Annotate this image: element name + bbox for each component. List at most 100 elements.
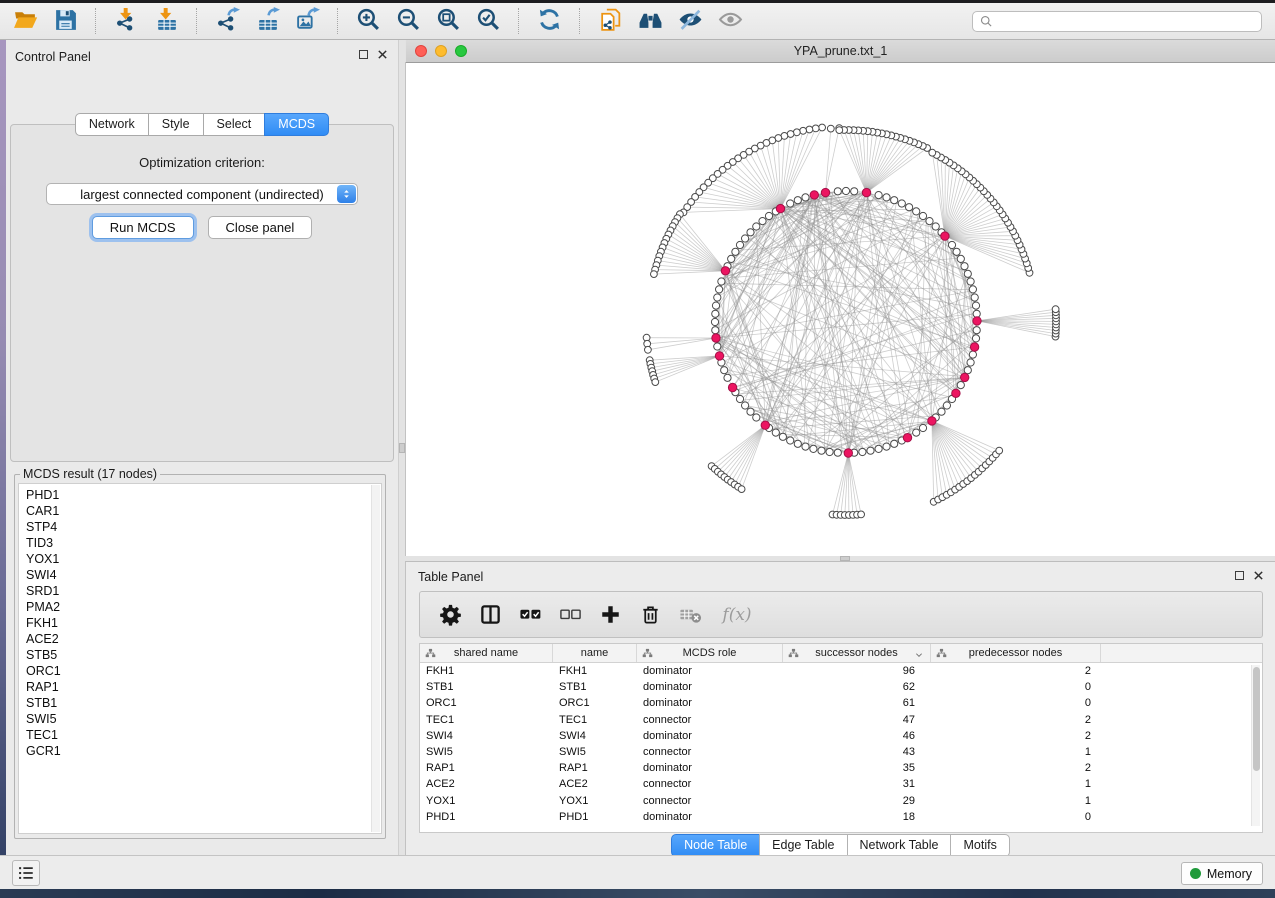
mcds-result-node[interactable]: TEC1: [26, 727, 381, 743]
cell-name[interactable]: STB1: [553, 681, 637, 693]
network-node[interactable]: [883, 443, 890, 450]
network-node[interactable]: [721, 367, 728, 374]
network-leaf-node[interactable]: [645, 346, 652, 353]
network-node[interactable]: [714, 343, 721, 350]
mcds-result-node[interactable]: STB1: [26, 695, 381, 711]
network-node[interactable]: [724, 374, 731, 381]
network-node[interactable]: [742, 402, 749, 409]
network-node[interactable]: [712, 327, 719, 334]
tab-node-table[interactable]: Node Table: [671, 834, 760, 857]
mcds-result-node[interactable]: ORC1: [26, 663, 381, 679]
search-network-button[interactable]: [633, 6, 667, 36]
mcds-hub-node[interactable]: [973, 317, 981, 325]
network-node[interactable]: [906, 204, 913, 211]
network-node[interactable]: [875, 192, 882, 199]
mcds-result-node[interactable]: STP4: [26, 519, 381, 535]
network-node[interactable]: [747, 408, 754, 415]
mcds-hub-node[interactable]: [721, 267, 729, 275]
cell-mcds_role[interactable]: dominator: [637, 665, 783, 677]
cell-mcds_role[interactable]: connector: [637, 746, 783, 758]
import-network-button[interactable]: [109, 6, 143, 36]
tab-select[interactable]: Select: [203, 113, 266, 136]
float-panel-icon[interactable]: [1235, 571, 1244, 580]
cell-successor_nodes[interactable]: 31: [783, 778, 931, 790]
network-node[interactable]: [969, 286, 976, 293]
search-input[interactable]: [998, 13, 1261, 30]
table-row[interactable]: ORC1ORC1dominator610: [420, 695, 1262, 711]
network-node[interactable]: [972, 335, 979, 342]
network-node[interactable]: [759, 218, 766, 225]
save-session-button[interactable]: [48, 6, 82, 36]
network-leaf-node[interactable]: [651, 271, 658, 278]
tab-mcds[interactable]: MCDS: [264, 113, 329, 136]
network-node[interactable]: [810, 445, 817, 452]
cell-predecessor_nodes[interactable]: 1: [931, 778, 1101, 790]
tab-network-table[interactable]: Network Table: [847, 834, 952, 857]
network-node[interactable]: [802, 194, 809, 201]
hide-selected-button[interactable]: [673, 6, 707, 36]
network-node[interactable]: [736, 241, 743, 248]
cell-predecessor_nodes[interactable]: 2: [931, 665, 1101, 677]
deselect-all-button[interactable]: [557, 602, 583, 628]
network-node[interactable]: [891, 440, 898, 447]
network-node[interactable]: [712, 302, 719, 309]
import-table-button[interactable]: [149, 6, 183, 36]
refresh-view-button[interactable]: [532, 6, 566, 36]
cell-mcds_role[interactable]: connector: [637, 778, 783, 790]
network-node[interactable]: [779, 433, 786, 440]
mcds-hub-node[interactable]: [952, 389, 960, 397]
network-node[interactable]: [898, 200, 905, 207]
cell-mcds_role[interactable]: dominator: [637, 697, 783, 709]
network-node[interactable]: [973, 327, 980, 334]
network-leaf-node[interactable]: [836, 127, 843, 134]
mcds-hub-node[interactable]: [776, 204, 784, 212]
network-leaf-node[interactable]: [827, 125, 834, 132]
zoom-in-button[interactable]: [351, 6, 385, 36]
cell-successor_nodes[interactable]: 29: [783, 795, 931, 807]
cell-shared_name[interactable]: ACE2: [420, 778, 553, 790]
result-list-scrollbar[interactable]: [371, 485, 380, 832]
cell-name[interactable]: PHD1: [553, 811, 637, 823]
network-node[interactable]: [948, 241, 955, 248]
cell-name[interactable]: ACE2: [553, 778, 637, 790]
tab-network[interactable]: Network: [75, 113, 149, 136]
cell-predecessor_nodes[interactable]: 0: [931, 811, 1101, 823]
network-node[interactable]: [867, 447, 874, 454]
mcds-result-node[interactable]: SRD1: [26, 583, 381, 599]
cell-name[interactable]: TEC1: [553, 714, 637, 726]
close-panel-icon[interactable]: [377, 49, 388, 60]
mcds-hub-node[interactable]: [941, 232, 949, 240]
network-node[interactable]: [891, 197, 898, 204]
network-node[interactable]: [736, 395, 743, 402]
mcds-hub-node[interactable]: [821, 188, 829, 196]
network-leaf-node[interactable]: [996, 447, 1003, 454]
table-row[interactable]: YOX1YOX1connector291: [420, 793, 1262, 809]
network-leaf-node[interactable]: [806, 126, 813, 133]
network-node[interactable]: [842, 187, 849, 194]
tab-edge-table[interactable]: Edge Table: [759, 834, 847, 857]
network-node[interactable]: [926, 218, 933, 225]
cell-name[interactable]: RAP1: [553, 762, 637, 774]
zoom-fit-button[interactable]: [431, 6, 465, 36]
cell-mcds_role[interactable]: dominator: [637, 730, 783, 742]
cell-shared_name[interactable]: YOX1: [420, 795, 553, 807]
cell-mcds_role[interactable]: dominator: [637, 762, 783, 774]
column-header-predecessor_nodes[interactable]: predecessor nodes: [931, 644, 1101, 662]
clone-network-button[interactable]: [593, 6, 627, 36]
mcds-result-node[interactable]: SWI5: [26, 711, 381, 727]
network-node[interactable]: [967, 359, 974, 366]
network-node[interactable]: [834, 188, 841, 195]
table-scrollbar[interactable]: [1251, 665, 1260, 826]
network-leaf-node[interactable]: [1052, 306, 1059, 313]
cell-predecessor_nodes[interactable]: 1: [931, 795, 1101, 807]
cell-mcds_role[interactable]: dominator: [637, 681, 783, 693]
network-node[interactable]: [913, 208, 920, 215]
tab-style[interactable]: Style: [148, 113, 204, 136]
cell-predecessor_nodes[interactable]: 1: [931, 746, 1101, 758]
mcds-result-node[interactable]: SWI4: [26, 567, 381, 583]
mcds-hub-node[interactable]: [928, 417, 936, 425]
network-node[interactable]: [919, 212, 926, 219]
mcds-hub-node[interactable]: [761, 421, 769, 429]
network-node[interactable]: [961, 263, 968, 270]
network-node[interactable]: [794, 197, 801, 204]
